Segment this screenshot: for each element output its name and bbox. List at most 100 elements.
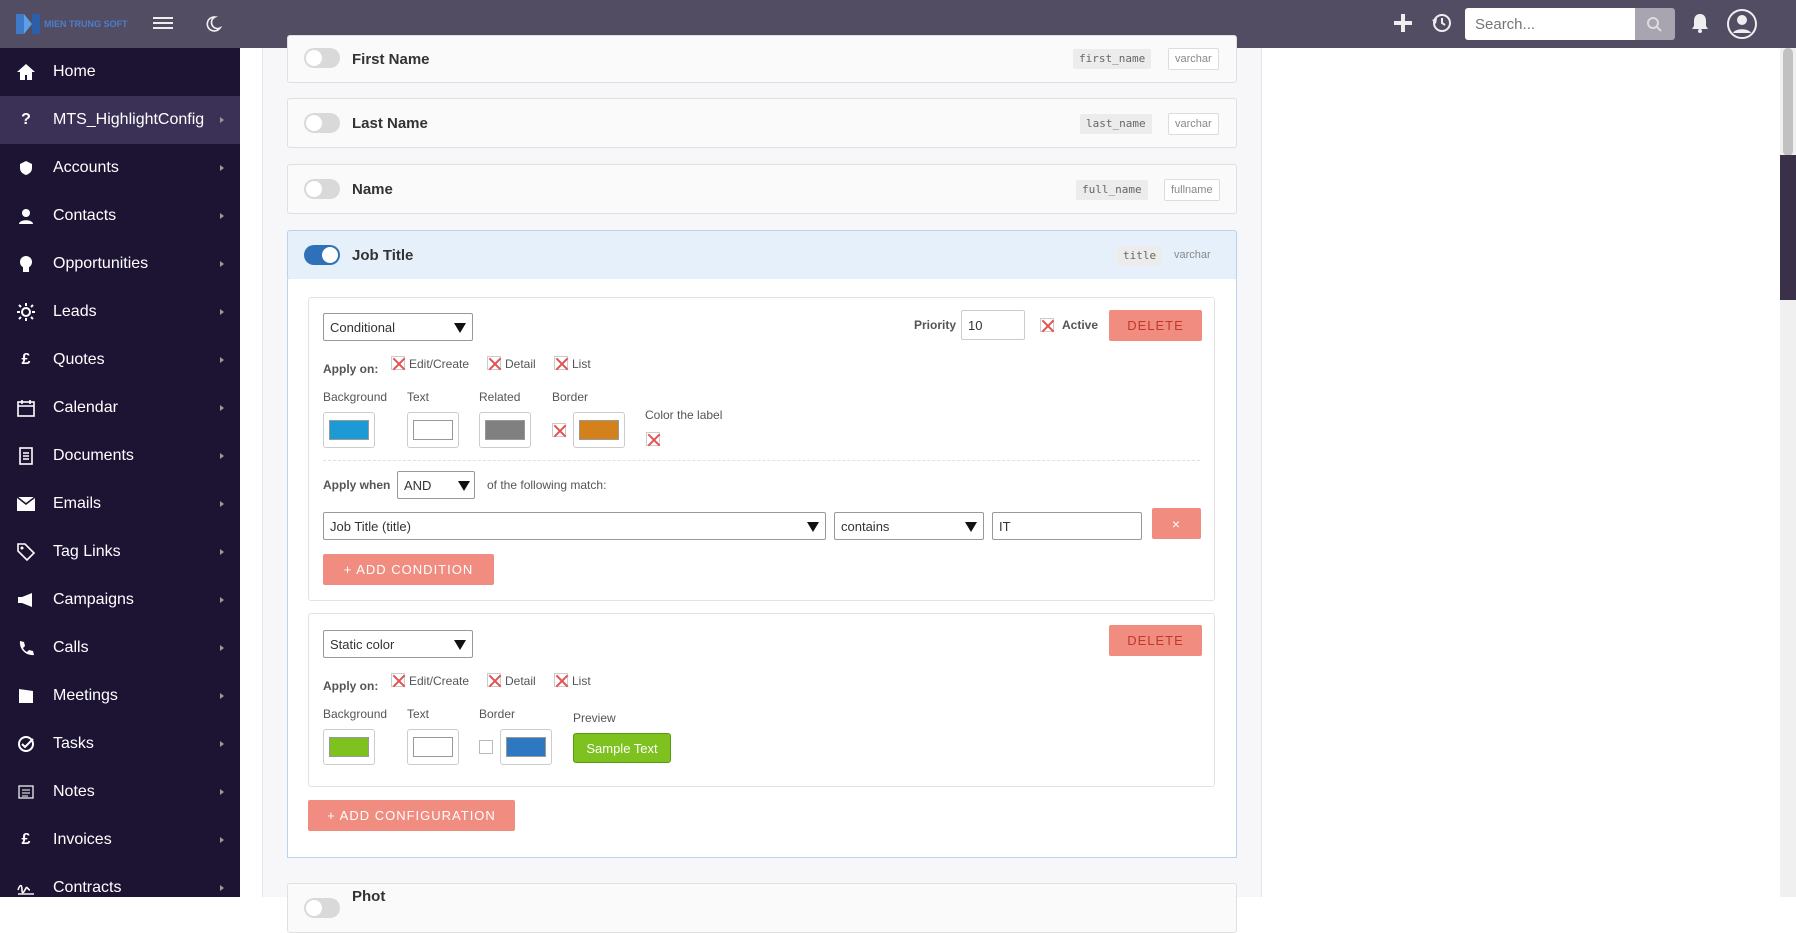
color-chip	[413, 420, 453, 440]
logic-select[interactable]: AND	[397, 471, 475, 499]
active-checkbox[interactable]	[1040, 318, 1054, 332]
sidebar-item-tasks[interactable]: Tasks	[0, 720, 240, 768]
sidebar-item-opportunities[interactable]: Opportunities	[0, 240, 240, 288]
apply-list-checkbox[interactable]	[554, 356, 568, 370]
sidebar-item-home[interactable]: Home	[0, 48, 240, 96]
megaphone-icon	[16, 590, 36, 610]
condition-value-input[interactable]: IT	[992, 512, 1142, 540]
config-mode-select[interactable]: Static color	[323, 630, 473, 658]
sidebar-item-contacts[interactable]: Contacts	[0, 192, 240, 240]
shield-icon	[16, 158, 36, 178]
color-chip	[329, 737, 369, 757]
chevron-right-icon	[220, 117, 224, 123]
delete-config-button[interactable]: DELETE	[1109, 625, 1202, 656]
sidebar-item-invoices[interactable]: £ Invoices	[0, 816, 240, 864]
field-name: First Name	[352, 50, 430, 68]
field-row-first-name[interactable]: First Name first_name varchar	[287, 35, 1237, 83]
config-card-static: Static color DELETE Apply on: Edit/Creat…	[308, 613, 1215, 787]
sidebar-item-calls[interactable]: Calls	[0, 624, 240, 672]
sidebar-item-notes[interactable]: Notes	[0, 768, 240, 816]
add-condition-button[interactable]: + ADD CONDITION	[323, 554, 494, 585]
apply-edit-checkbox[interactable]	[391, 356, 405, 370]
apply-edit-label: Edit/Create	[409, 357, 470, 371]
border-color-picker[interactable]	[573, 412, 625, 448]
sidebar-item-label: Documents	[53, 447, 134, 464]
field-toggle[interactable]	[304, 898, 340, 918]
check-icon	[16, 734, 36, 754]
home-icon	[16, 62, 36, 82]
text-color-picker[interactable]	[407, 729, 459, 765]
apply-detail-checkbox[interactable]	[487, 356, 501, 370]
chevron-right-icon	[220, 165, 224, 171]
chevron-right-icon	[220, 501, 224, 507]
priority-label: Priority	[914, 318, 957, 332]
text-color-picker[interactable]	[407, 412, 459, 448]
divider	[323, 460, 1200, 461]
phone-icon	[16, 638, 36, 658]
chevron-right-icon	[220, 261, 224, 267]
related-color-picker[interactable]	[479, 412, 531, 448]
color-label-checkbox[interactable]	[646, 432, 660, 446]
sidebar-item-tag-links[interactable]: Tag Links	[0, 528, 240, 576]
tag-icon	[16, 542, 36, 562]
border-checkbox[interactable]	[479, 740, 493, 754]
select-value: Conditional	[330, 320, 396, 335]
field-toggle[interactable]	[304, 245, 340, 265]
background-color-picker[interactable]	[323, 412, 375, 448]
pound-icon: £	[21, 351, 31, 368]
sidebar-item-contracts[interactable]: Contracts	[0, 864, 240, 912]
field-row-photo[interactable]: Phot	[287, 883, 1237, 933]
select-value: Static color	[330, 637, 395, 652]
config-mode-select[interactable]: Conditional	[323, 313, 473, 341]
border-checkbox[interactable]	[552, 423, 566, 437]
delete-config-button[interactable]: DELETE	[1109, 310, 1202, 341]
chevron-right-icon	[220, 645, 224, 651]
sidebar-item-mts-highlightconfig[interactable]: ? MTS_HighlightConfig	[0, 96, 240, 144]
sidebar-item-campaigns[interactable]: Campaigns	[0, 576, 240, 624]
search-input[interactable]	[1465, 8, 1635, 40]
menu-toggle-icon[interactable]	[153, 14, 173, 34]
apply-list-checkbox[interactable]	[554, 673, 568, 687]
priority-input[interactable]: 10	[961, 310, 1025, 340]
field-type: fullname	[1164, 179, 1220, 201]
notification-bell-icon[interactable]	[1689, 12, 1711, 34]
scrollbar-thumb[interactable]	[1783, 48, 1793, 156]
field-toggle[interactable]	[304, 179, 340, 199]
logo-text: MIEN TRUNG SOFT	[44, 19, 128, 29]
background-color-picker[interactable]	[323, 729, 375, 765]
field-toggle[interactable]	[304, 48, 340, 68]
remove-condition-button[interactable]: ×	[1152, 508, 1201, 539]
border-color-picker[interactable]	[500, 729, 552, 765]
apply-list-label: List	[572, 357, 591, 371]
sidebar-item-documents[interactable]: Documents	[0, 432, 240, 480]
user-avatar-icon[interactable]	[1726, 8, 1758, 40]
history-icon[interactable]	[1430, 12, 1452, 34]
sidebar-item-accounts[interactable]: Accounts	[0, 144, 240, 192]
app-logo[interactable]: MIEN TRUNG SOFT	[14, 8, 136, 40]
create-icon[interactable]	[1392, 12, 1414, 34]
chevron-right-icon	[220, 741, 224, 747]
field-row-last-name[interactable]: Last Name last_name varchar	[287, 98, 1237, 148]
field-row-job-title[interactable]: Job Title title varchar	[287, 230, 1237, 280]
apply-edit-checkbox[interactable]	[391, 673, 405, 687]
sidebar-item-quotes[interactable]: £ Quotes	[0, 336, 240, 384]
field-row-name[interactable]: Name full_name fullname	[287, 164, 1237, 214]
sidebar-item-emails[interactable]: Emails	[0, 480, 240, 528]
color-chip	[579, 420, 619, 440]
field-toggle[interactable]	[304, 113, 340, 133]
add-configuration-button[interactable]: + ADD CONFIGURATION	[308, 800, 515, 831]
dark-mode-icon[interactable]	[203, 14, 223, 34]
pound-icon: £	[21, 831, 31, 848]
sidebar-item-label: Invoices	[53, 831, 112, 848]
search-button[interactable]	[1635, 8, 1675, 40]
apply-detail-checkbox[interactable]	[487, 673, 501, 687]
sidebar-item-meetings[interactable]: Meetings	[0, 672, 240, 720]
apply-detail-label: Detail	[505, 357, 536, 371]
sidebar-item-leads[interactable]: Leads	[0, 288, 240, 336]
signature-icon	[16, 878, 36, 898]
border-label: Border	[552, 390, 589, 404]
sidebar-item-label: Meetings	[53, 687, 118, 704]
condition-operator-select[interactable]: contains	[834, 512, 984, 540]
sidebar-item-calendar[interactable]: Calendar	[0, 384, 240, 432]
condition-field-select[interactable]: Job Title (title)	[323, 512, 826, 540]
